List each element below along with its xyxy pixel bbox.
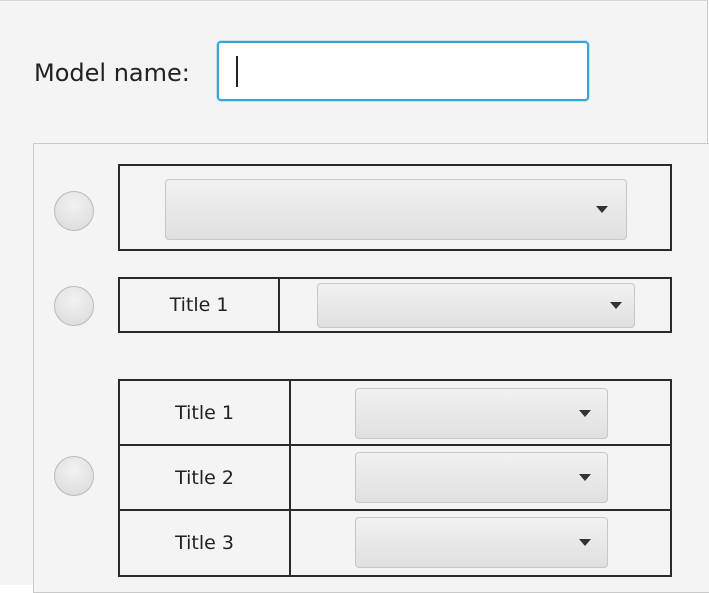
option-2-box: Title 1 bbox=[118, 277, 672, 333]
option-1-combo[interactable] bbox=[165, 179, 627, 240]
option-3-table: Title 1 Title 2 Title 3 bbox=[118, 379, 672, 577]
option-3-row-1-combo[interactable] bbox=[355, 388, 608, 439]
option-2-combo[interactable] bbox=[317, 283, 635, 328]
model-name-input[interactable] bbox=[217, 41, 589, 101]
option-3-row-2-combo[interactable] bbox=[355, 452, 608, 503]
chevron-down-icon bbox=[579, 539, 591, 546]
chevron-down-icon bbox=[596, 206, 608, 213]
option-3-row-3-combo[interactable] bbox=[355, 517, 608, 568]
text-caret bbox=[236, 56, 238, 87]
option-3-radio[interactable] bbox=[54, 456, 94, 496]
option-3-column-divider bbox=[289, 381, 291, 575]
option-1-radio[interactable] bbox=[54, 191, 94, 231]
option-3-row-1-title: Title 1 bbox=[175, 401, 234, 424]
model-name-label: Model name: bbox=[34, 59, 190, 87]
option-2-radio[interactable] bbox=[54, 286, 94, 326]
option-2-divider bbox=[278, 279, 280, 331]
option-3-row-3-title: Title 3 bbox=[175, 532, 234, 554]
option-2-title: Title 1 bbox=[169, 294, 229, 316]
chevron-down-icon bbox=[610, 302, 622, 309]
option-1-box bbox=[118, 164, 672, 251]
option-3-row-2-title: Title 2 bbox=[175, 466, 234, 489]
chevron-down-icon bbox=[579, 474, 591, 481]
dialog-window: Model name: Title 1 Title 1 Title 2 Titl… bbox=[0, 0, 709, 593]
chevron-down-icon bbox=[579, 410, 591, 417]
